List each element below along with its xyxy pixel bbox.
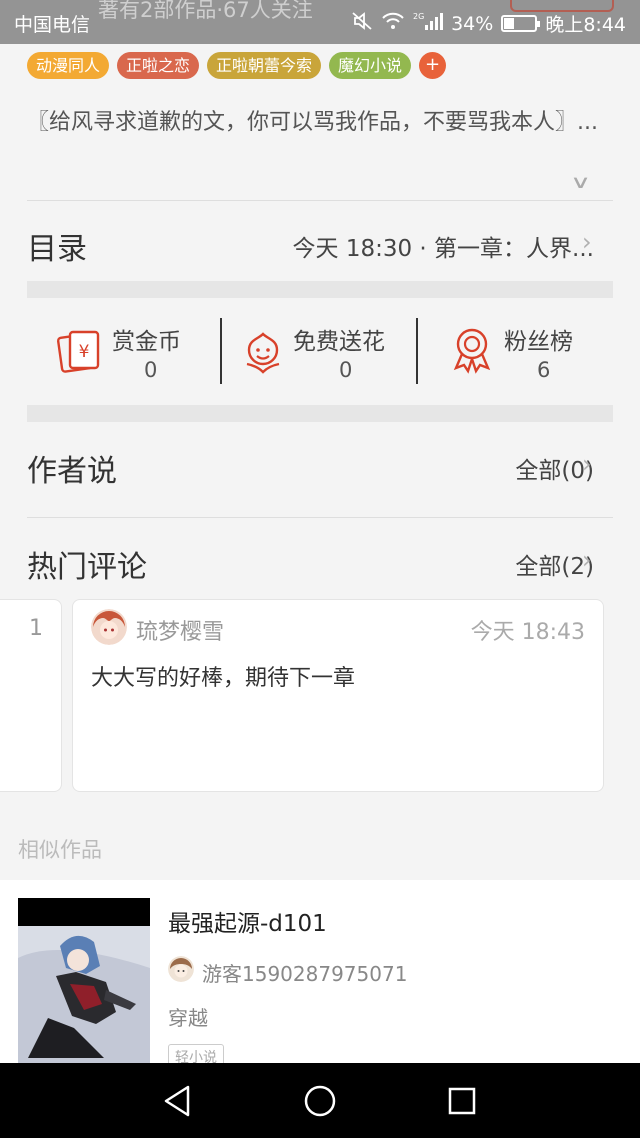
add-tag-button[interactable]: + [419,52,447,79]
svg-text:¥: ¥ [79,342,90,362]
flower-icon [243,328,283,378]
red-envelope-icon: ¥ [56,326,104,378]
chevron-right-icon: › [582,450,592,478]
latest-chapter: 今天 18:30 · 第一章：人界... [292,236,594,262]
stat-label: 粉丝榜 [504,329,573,355]
home-icon[interactable] [302,1083,338,1119]
stat-separator [416,318,418,384]
reward-coins-stat[interactable]: ¥ 赏金币 0 [56,318,206,384]
network-type: 2G [413,12,424,21]
comment-username[interactable]: 琉梦樱雪 [136,614,224,646]
section-separator [27,281,613,298]
battery-icon [501,15,541,32]
battery-percent: 34% [451,12,494,35]
tag-item[interactable]: 正啦之恋 [117,52,200,79]
similar-book-item[interactable]: 最强起源-d101 游客1590287975071 穿越 轻小说 [0,880,640,1070]
system-navigation-bar [0,1063,640,1138]
tag-item[interactable]: 正啦朝蕾今索 [207,52,322,79]
book-cover[interactable] [18,898,150,1066]
status-bar: 著有2部作品·67人关注 中国电信 2G 34% 晚上8:44 [0,0,640,44]
fan-ranking-stat[interactable]: 粉丝榜 6 [450,318,590,384]
chevron-right-icon: › [582,228,592,256]
expand-chevron-icon[interactable]: ∨ [570,172,591,193]
author-meta-peek: 著有2部作品·67人关注 [98,0,313,22]
chevron-right-icon: › [582,546,592,574]
medal-icon [450,326,494,378]
section-separator [27,405,613,422]
clock: 晚上8:44 [545,14,626,36]
book-title[interactable]: 最强起源-d101 [168,904,327,938]
wifi-icon [381,11,405,36]
avatar[interactable] [91,609,127,645]
back-icon[interactable] [160,1083,196,1119]
signal-icon: 2G [413,11,444,36]
book-description[interactable]: 〖给风寻求道歉的文，你可以骂我作品，不要骂我本人〗... [27,108,613,138]
author-says-title: 作者说 [27,454,117,489]
stat-value: 0 [339,358,353,382]
tag-list: 动漫同人 正啦之恋 正啦朝蕾今索 魔幻小说 + [27,52,447,79]
tag-item[interactable]: 动漫同人 [27,52,110,79]
similar-works-label: 相似作品 [18,838,102,862]
author-avatar [168,956,194,982]
hot-comments-title: 热门评论 [27,550,147,585]
stat-value: 0 [144,358,158,382]
mute-icon [351,11,373,36]
catalog-title: 目录 [27,232,87,267]
free-flowers-stat[interactable]: 免费送花 0 [243,318,408,384]
comment-fragment: 1 [29,616,43,641]
stat-label: 赏金币 [112,329,181,355]
comment-text: 大大写的好棒，期待下一章 [91,666,356,691]
recent-apps-icon[interactable] [444,1083,480,1119]
stat-label: 免费送花 [293,329,385,355]
carrier-label: 中国电信 [14,14,91,36]
tag-item[interactable]: 魔幻小说 [329,52,412,79]
stat-separator [220,318,222,384]
book-author[interactable]: 游客1590287975071 [202,958,407,987]
stat-value: 6 [537,358,551,382]
book-genre: 穿越 [168,1006,208,1030]
divider [27,517,613,518]
divider [27,200,613,201]
battery-level [504,18,515,29]
comment-card-previous[interactable]: 1 [0,599,62,792]
comment-card[interactable]: 琉梦樱雪 今天 18:43 大大写的好棒，期待下一章 [72,599,604,792]
comment-time: 今天 18:43 [470,620,585,645]
